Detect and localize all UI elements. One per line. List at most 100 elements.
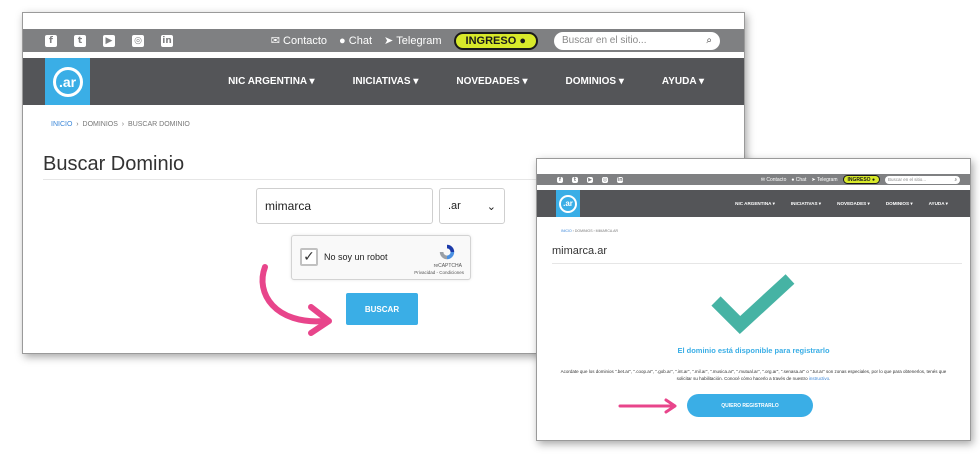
- main-nav: .ar NIC ARGENTINA ▾ INICIATIVAS ▾ NOVEDA…: [537, 190, 970, 217]
- ingreso-button[interactable]: INGRESO ●: [453, 31, 538, 50]
- chat-link[interactable]: ● Chat: [339, 35, 372, 47]
- telegram-label: Telegram: [816, 176, 838, 183]
- user-icon: ●: [871, 176, 875, 183]
- telegram-label: Telegram: [396, 34, 442, 47]
- search-placeholder: Buscar en el sitio...: [562, 35, 647, 46]
- nav-item-iniciativas[interactable]: INICIATIVAS ▾: [334, 76, 419, 87]
- facebook-icon[interactable]: f: [45, 34, 57, 47]
- breadcrumb: INICIO › DOMINIOS › MIMARCA.AR: [561, 229, 619, 233]
- breadcrumb-current: MIMARCA.AR: [595, 229, 619, 233]
- nav-label: AYUDA: [661, 76, 697, 87]
- nav-label: INICIATIVAS: [790, 200, 818, 206]
- tutorial-composite: f t ▶ ◎ in ✉ Contacto ● Chat ➤ Telegram …: [0, 0, 980, 465]
- chat-icon: ●: [339, 34, 346, 47]
- search-icon[interactable]: ⌕: [954, 177, 957, 183]
- telegram-icon: ➤: [811, 176, 816, 183]
- contacto-label: Contacto: [283, 34, 328, 47]
- tld-value: .ar: [448, 200, 461, 212]
- facebook-icon[interactable]: f: [557, 176, 563, 183]
- nav-label: NIC ARGENTINA: [228, 76, 307, 87]
- user-icon: ●: [519, 34, 526, 47]
- main-nav: .ar NIC ARGENTINA ▾ INICIATIVAS ▾ NOVEDA…: [23, 58, 744, 105]
- breadcrumb: INICIO › DOMINIOS › BUSCAR DOMINIO: [51, 121, 190, 128]
- contacto-label: Contacto: [766, 176, 787, 183]
- ingreso-label: INGRESO: [847, 176, 871, 183]
- search-placeholder: Buscar en el sitio...: [888, 177, 927, 182]
- availability-message: El dominio está disponible para registra…: [677, 346, 830, 355]
- linkedin-icon[interactable]: in: [617, 176, 623, 183]
- checkmark-icon: [711, 274, 795, 335]
- notice-text: Acordate que los dominios ".bet.ar", ".c…: [560, 369, 947, 381]
- twitter-icon[interactable]: t: [74, 34, 86, 47]
- nav-label: NOVEDADES: [456, 76, 520, 87]
- ingreso-label: INGRESO: [465, 34, 517, 47]
- nav-label: NOVEDADES: [837, 200, 867, 206]
- breadcrumb-dominios[interactable]: DOMINIOS: [575, 229, 593, 233]
- nav-item-iniciativas[interactable]: INICIATIVAS ▾: [783, 201, 821, 207]
- chevron-down-icon: ⌄: [486, 200, 496, 213]
- linkedin-icon[interactable]: in: [161, 34, 173, 47]
- nav-item-ayuda[interactable]: AYUDA ▾: [643, 76, 704, 87]
- nav-item-dominios[interactable]: DOMINIOS ▾: [547, 76, 624, 87]
- logo-text: .ar: [559, 194, 577, 213]
- captcha-brand: reCAPTCHA: [433, 263, 462, 269]
- page-title: Buscar Dominio: [43, 153, 185, 175]
- nav-item-novedades[interactable]: NOVEDADES ▾: [437, 76, 527, 87]
- nav-item-nic-argentina[interactable]: NIC ARGENTINA ▾: [727, 201, 775, 207]
- chat-label: Chat: [348, 34, 373, 47]
- mail-icon: ✉: [270, 35, 280, 47]
- telegram-icon: ➤: [384, 35, 394, 47]
- logo-text: .ar: [52, 66, 83, 97]
- breadcrumb-dominios[interactable]: DOMINIOS: [83, 121, 118, 128]
- breadcrumb-home[interactable]: INICIO: [51, 121, 72, 128]
- nav-label: INICIATIVAS: [352, 76, 411, 87]
- youtube-icon[interactable]: ▶: [103, 34, 115, 47]
- nav-item-nic-argentina[interactable]: NIC ARGENTINA ▾: [209, 76, 315, 87]
- mail-icon: ✉: [760, 176, 765, 183]
- quiero-registrarlo-button[interactable]: QUIERO REGISTRARLO: [687, 394, 813, 417]
- chat-label: Chat: [795, 176, 807, 183]
- instructivo-link[interactable]: instructivo: [809, 376, 829, 381]
- nav-label: DOMINIOS: [565, 76, 617, 87]
- social-links: f t ▶ ◎ in: [45, 34, 190, 47]
- top-utility-bar: f t ▶ ◎ in ✉ Contacto ● Chat ➤ Telegram …: [537, 174, 970, 185]
- nic-logo[interactable]: .ar: [45, 58, 90, 105]
- tld-select[interactable]: .ar ⌄: [439, 188, 505, 224]
- nav-item-dominios[interactable]: DOMINIOS ▾: [878, 201, 913, 207]
- nic-logo[interactable]: .ar: [556, 190, 580, 217]
- instagram-icon[interactable]: ◎: [132, 34, 144, 47]
- telegram-link[interactable]: ➤ Telegram: [384, 34, 442, 48]
- nav-menu: NIC ARGENTINA ▾ INICIATIVAS ▾ NOVEDADES …: [719, 201, 970, 207]
- title-divider: [552, 263, 962, 264]
- social-links: f t ▶ ◎ in: [557, 176, 632, 183]
- utility-links: ✉ Contacto ● Chat ➤ Telegram INGRESO ● B…: [761, 175, 970, 184]
- top-utility-bar: f t ▶ ◎ in ✉ Contacto ● Chat ➤ Telegram …: [23, 29, 744, 52]
- instagram-icon[interactable]: ◎: [602, 176, 608, 183]
- utility-links: ✉ Contacto ● Chat ➤ Telegram INGRESO ● B…: [270, 31, 744, 50]
- nav-label: AYUDA: [928, 200, 945, 206]
- breadcrumb-home[interactable]: INICIO: [561, 229, 572, 233]
- ingreso-button[interactable]: INGRESO ●: [842, 175, 880, 184]
- contacto-link[interactable]: ✉ Contacto: [270, 34, 328, 48]
- chat-icon: ●: [791, 176, 795, 183]
- youtube-icon[interactable]: ▶: [587, 176, 593, 183]
- breadcrumb-current: BUSCAR DOMINIO: [128, 121, 190, 128]
- domain-input[interactable]: mimarca: [256, 188, 433, 224]
- pink-arrow-icon: [618, 398, 677, 414]
- site-search-input[interactable]: Buscar en el sitio... ⌕: [885, 175, 960, 184]
- domain-value: mimarca: [265, 199, 312, 213]
- captcha-label: No soy un robot: [324, 252, 388, 262]
- nav-item-ayuda[interactable]: AYUDA ▾: [921, 201, 948, 207]
- telegram-link[interactable]: ➤ Telegram: [811, 177, 837, 183]
- captcha-links[interactable]: Privacidad - Condiciones: [414, 270, 464, 275]
- nav-label: NIC ARGENTINA: [735, 200, 772, 206]
- nav-item-novedades[interactable]: NOVEDADES ▾: [829, 201, 870, 207]
- search-icon[interactable]: ⌕: [706, 35, 712, 46]
- chat-link[interactable]: ● Chat: [791, 177, 806, 183]
- buscar-button[interactable]: BUSCAR: [346, 293, 418, 325]
- contacto-link[interactable]: ✉ Contacto: [761, 177, 787, 183]
- site-search-input[interactable]: Buscar en el sitio... ⌕: [554, 31, 720, 50]
- recaptcha-icon: [439, 244, 455, 260]
- twitter-icon[interactable]: t: [572, 176, 578, 183]
- nav-label: DOMINIOS: [885, 200, 910, 206]
